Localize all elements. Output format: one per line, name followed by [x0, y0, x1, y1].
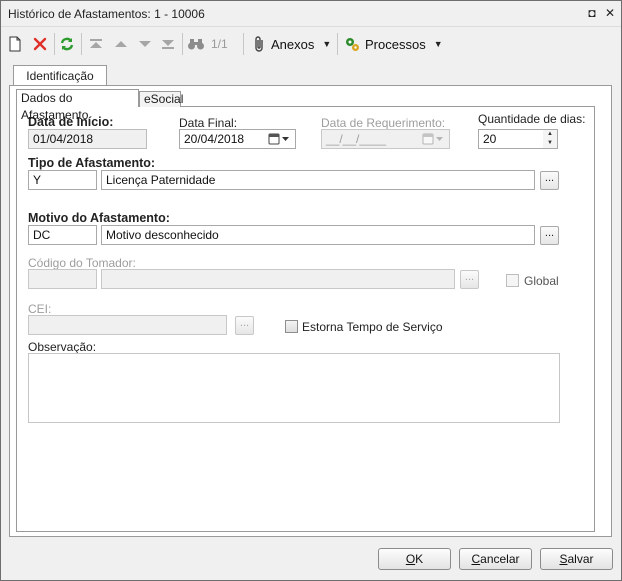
- chevron-down-icon: ▼: [433, 39, 443, 49]
- leave-type-code-field[interactable]: Y: [28, 170, 97, 190]
- close-button[interactable]: ✕: [602, 5, 618, 21]
- refresh-button[interactable]: [59, 34, 75, 54]
- cei-lookup-button: ...: [235, 316, 254, 335]
- search-button[interactable]: [187, 34, 205, 54]
- global-checkbox: [506, 274, 519, 287]
- request-date-label: Data de Requerimento:: [321, 116, 446, 130]
- request-date-calendar-button: [416, 129, 450, 149]
- processes-menu-button[interactable]: Processos ▼: [343, 34, 443, 54]
- reverse-service-time-checkbox[interactable]: [285, 320, 298, 333]
- dialog-window: Histórico de Afastamentos: 1 - 10006 ◘ ✕: [0, 0, 622, 581]
- end-date-label: Data Final:: [179, 116, 238, 130]
- toolbar-separator: [243, 33, 244, 55]
- start-date-field[interactable]: 01/04/2018: [28, 129, 147, 149]
- previous-record-icon: [115, 41, 127, 47]
- days-spinner[interactable]: ▲ ▼: [543, 129, 558, 149]
- refresh-icon: [60, 37, 74, 51]
- reverse-service-time-label: Estorna Tempo de Serviço: [302, 320, 443, 334]
- end-date-field[interactable]: 20/04/2018: [179, 129, 263, 149]
- calendar-dropdown-icon: [422, 133, 443, 145]
- chevron-down-icon: ▼: [322, 39, 332, 49]
- leave-type-description-field[interactable]: Licença Paternidade: [101, 170, 535, 190]
- days-field[interactable]: 20: [478, 129, 544, 149]
- leave-type-label: Tipo de Afastamento:: [28, 156, 156, 170]
- toolbar-separator: [337, 33, 338, 55]
- title-bar: Histórico de Afastamentos: 1 - 10006 ◘ ✕: [1, 1, 621, 27]
- cancel-button[interactable]: Cancelar: [459, 548, 532, 570]
- new-document-icon: [9, 36, 21, 52]
- taker-code-field: [28, 269, 97, 289]
- toolbar-separator: [182, 33, 183, 55]
- attachments-label: Anexos: [271, 36, 315, 52]
- first-record-icon: [90, 39, 102, 48]
- next-record-button[interactable]: [138, 34, 152, 54]
- new-record-button[interactable]: [8, 34, 22, 54]
- next-record-icon: [139, 41, 151, 47]
- first-record-button[interactable]: [89, 34, 103, 54]
- attachments-menu-button[interactable]: Anexos ▼: [251, 34, 331, 54]
- notes-textarea[interactable]: [28, 353, 560, 423]
- spin-down-icon[interactable]: ▼: [543, 139, 557, 148]
- window-title: Histórico de Afastamentos: 1 - 10006: [8, 7, 205, 21]
- calendar-dropdown-icon: [268, 133, 289, 145]
- notes-label: Observação:: [28, 340, 97, 354]
- reason-label: Motivo do Afastamento:: [28, 211, 170, 225]
- tab-esocial[interactable]: eSocial: [139, 91, 183, 107]
- pager-text: 1/1: [211, 37, 228, 51]
- ok-button[interactable]: OK: [378, 548, 451, 570]
- tab-dados-do-afastamento[interactable]: Dados do Afastamento: [16, 89, 139, 122]
- reason-code-field[interactable]: DC: [28, 225, 97, 245]
- request-date-field: __/__/____: [321, 129, 417, 149]
- taker-code-label: Código do Tomador:: [28, 256, 136, 270]
- cei-field: [28, 315, 227, 335]
- toolbar-separator: [54, 33, 55, 55]
- spin-up-icon[interactable]: ▲: [543, 130, 557, 139]
- previous-record-button[interactable]: [114, 34, 128, 54]
- paperclip-icon: [255, 36, 263, 52]
- days-label: Quantidade de dias:: [478, 112, 586, 126]
- last-record-button[interactable]: [161, 34, 175, 54]
- record-pager: 1/1: [211, 34, 228, 54]
- reason-lookup-button[interactable]: ...: [540, 226, 559, 245]
- toolbar-separator: [81, 33, 82, 55]
- save-button[interactable]: Salvar: [540, 548, 613, 570]
- taker-lookup-button: ...: [460, 270, 479, 289]
- start-date-label: Data de Início:: [28, 115, 114, 129]
- taker-description-field: [101, 269, 455, 289]
- cei-label: CEI:: [28, 302, 52, 316]
- end-date-calendar-button[interactable]: [262, 129, 296, 149]
- processes-label: Processos: [365, 36, 426, 52]
- restore-button[interactable]: ◘: [584, 5, 600, 21]
- tab-identificacao[interactable]: Identificação: [13, 65, 107, 86]
- last-record-icon: [162, 40, 174, 49]
- delete-x-icon: [33, 37, 47, 51]
- reason-description-field[interactable]: Motivo desconhecido: [101, 225, 535, 245]
- delete-button[interactable]: [32, 34, 48, 54]
- global-label: Global: [524, 274, 559, 288]
- binoculars-icon: [188, 39, 204, 50]
- processes-gear-icon: [346, 38, 359, 51]
- leave-type-lookup-button[interactable]: ...: [540, 171, 559, 190]
- toolbar: 1/1 Anexos ▼ Processos ▼: [1, 28, 621, 60]
